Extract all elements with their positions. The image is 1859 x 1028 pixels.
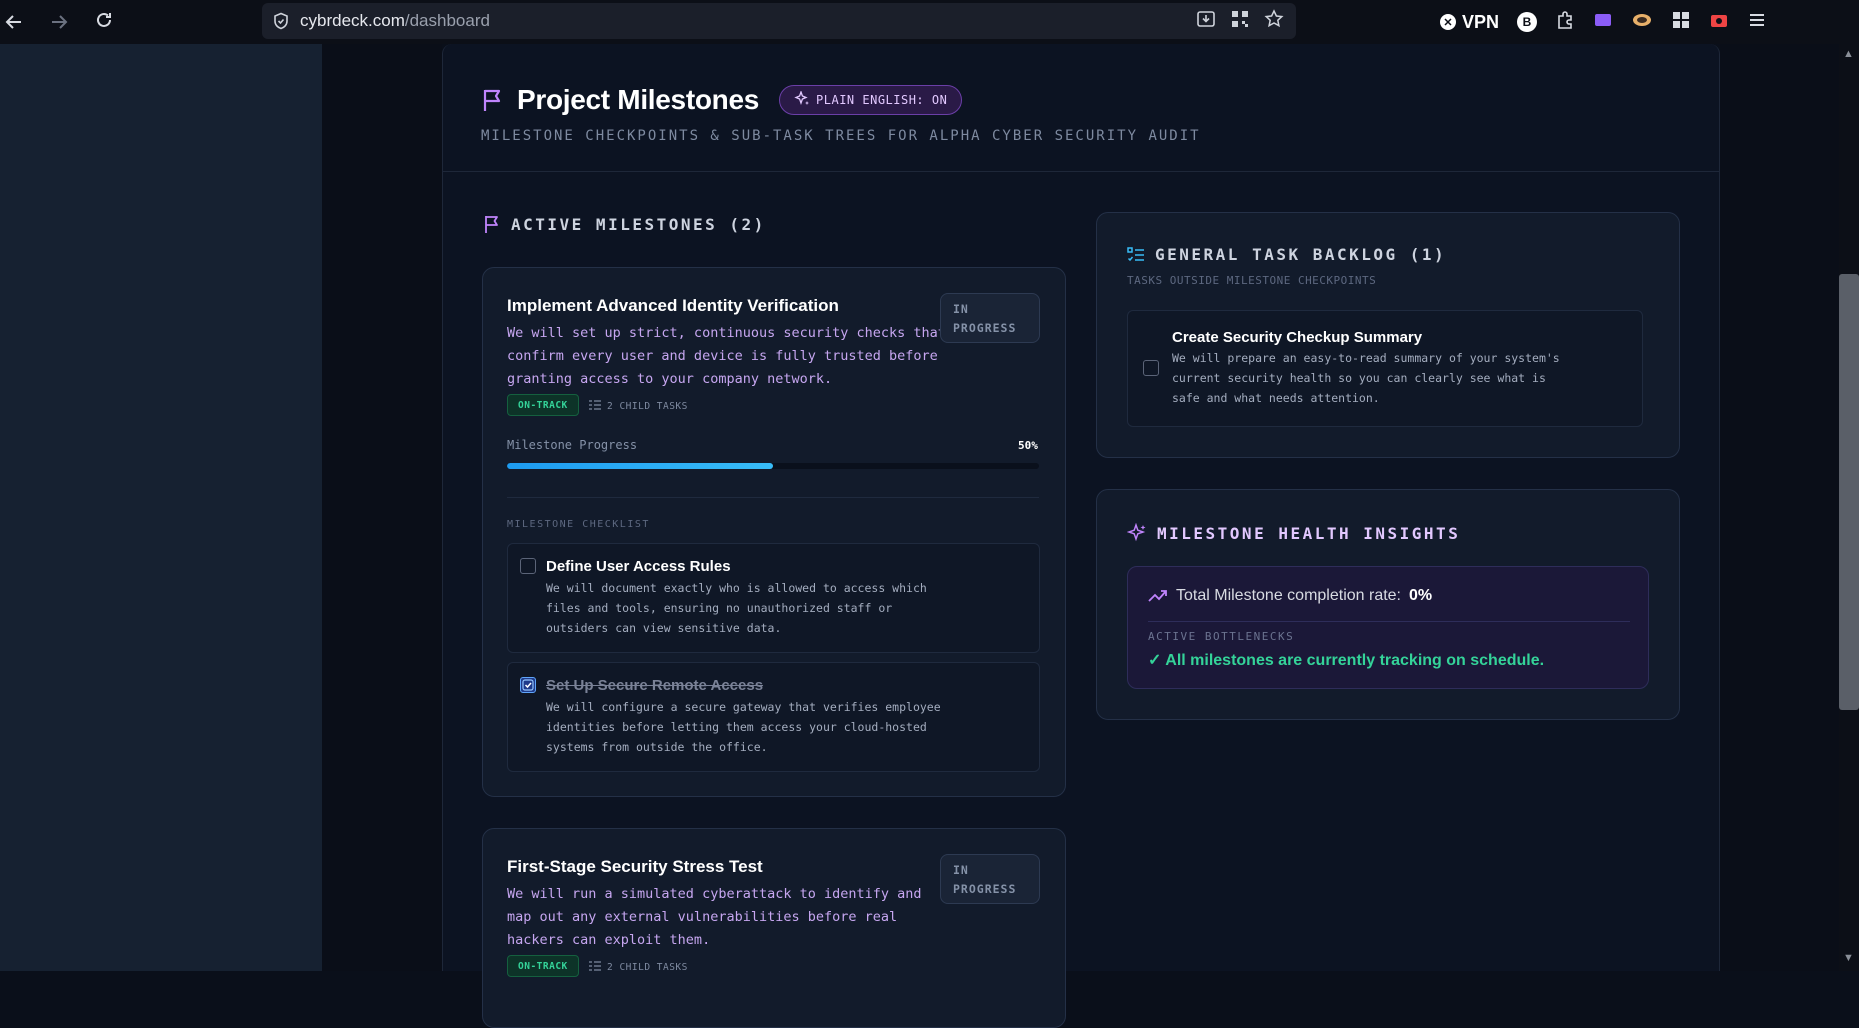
bottlenecks-status: ✓ All milestones are currently tracking … <box>1148 652 1545 669</box>
scroll-up-icon[interactable]: ▲ <box>1843 48 1854 60</box>
checklist-item-description: We will configure a secure gateway that … <box>546 700 941 754</box>
scrollbar-thumb[interactable] <box>1839 274 1859 710</box>
status-badge: IN PROGRESS <box>940 854 1040 904</box>
page-title: Project Milestones <box>517 84 760 115</box>
download-icon[interactable] <box>1196 9 1216 34</box>
backlog-label: GENERAL TASK BACKLOG (1) <box>1155 245 1447 264</box>
backlog-task-title: Create Security Checkup Summary <box>1172 329 1423 346</box>
list-checks-icon <box>588 960 602 975</box>
progress-value: 50% <box>1018 439 1038 452</box>
child-tasks-count: 2 CHILD TASKS <box>588 960 688 975</box>
plain-english-label: PLAIN ENGLISH: ON <box>816 93 948 107</box>
sparkles-icon <box>1127 523 1147 543</box>
list-checks-icon <box>588 399 602 414</box>
backlog-task-description: We will prepare an easy-to-read summary … <box>1172 351 1560 405</box>
progress-label: Milestone Progress <box>507 438 638 452</box>
progress-fill <box>507 463 773 469</box>
reload-icon[interactable] <box>90 6 118 34</box>
right-gutter <box>1720 44 1839 971</box>
shield-icon <box>272 12 290 30</box>
forward-icon[interactable] <box>45 8 73 36</box>
checklist-item-title: Set Up Secure Remote Access <box>546 677 764 694</box>
on-track-badge: ON-TRACK <box>507 394 579 416</box>
backlog-heading: GENERAL TASK BACKLOG (1) <box>1127 245 1446 264</box>
address-bar[interactable]: cybrdeck.com/dashboard <box>262 3 1296 39</box>
insights-heading: MILESTONE HEALTH INSIGHTS <box>1127 523 1460 543</box>
checklist-item-description: We will document exactly who is allowed … <box>546 581 927 635</box>
scroll-down-icon[interactable]: ▼ <box>1843 952 1854 964</box>
back-icon[interactable] <box>0 8 28 36</box>
vpn-button[interactable]: ✕ VPN <box>1440 12 1499 33</box>
extension-b-icon[interactable]: B <box>1517 12 1538 32</box>
insights-panel <box>1127 566 1649 689</box>
milestone-description: We will run a simulated cyberattack to i… <box>507 886 922 948</box>
backlog-subheading: TASKS OUTSIDE MILESTONE CHECKPOINTS <box>1127 274 1377 287</box>
flag-icon <box>481 87 505 113</box>
plain-english-toggle[interactable]: PLAIN ENGLISH: ON <box>779 85 963 115</box>
child-tasks-count: 2 CHILD TASKS <box>588 399 688 414</box>
folder-extension-icon[interactable] <box>1593 10 1613 35</box>
checklist-item-title: Define User Access Rules <box>546 558 731 575</box>
url-path: /dashboard <box>404 11 490 30</box>
checklist-checkbox-checked[interactable] <box>520 677 536 693</box>
completion-rate: Total Milestone completion rate: 0% <box>1148 587 1432 605</box>
divider <box>507 497 1039 498</box>
screenshot-camera-icon[interactable] <box>1709 10 1729 35</box>
bottlenecks-label: ACTIVE BOTTLENECKS <box>1148 630 1295 643</box>
active-milestones-heading: ACTIVE MILESTONES (2) <box>483 214 766 234</box>
close-icon: ✕ <box>1440 14 1456 30</box>
milestone-title: First-Stage Security Stress Test <box>507 857 763 876</box>
backlog-task-checkbox[interactable] <box>1143 360 1159 376</box>
browser-toolbar: cybrdeck.com/dashboard ✕ VPN B <box>0 0 1859 44</box>
flag-icon <box>483 214 501 234</box>
qr-code-icon[interactable] <box>1230 9 1250 34</box>
app-sidebar <box>0 44 322 971</box>
page-subtitle: MILESTONE CHECKPOINTS & SUB-TASK TREES F… <box>481 128 1201 144</box>
extensions-puzzle-icon[interactable] <box>1555 10 1575 35</box>
bookmark-star-icon[interactable] <box>1264 8 1284 34</box>
completion-rate-label: Total Milestone completion rate: <box>1176 587 1401 604</box>
on-track-badge: ON-TRACK <box>507 955 579 977</box>
milestone-title: Implement Advanced Identity Verification <box>507 296 839 315</box>
checklist-checkbox[interactable] <box>520 558 536 574</box>
sparkles-icon <box>794 89 810 110</box>
completion-rate-value: 0% <box>1409 587 1433 604</box>
left-gutter <box>322 44 442 971</box>
vpn-label: VPN <box>1462 11 1500 32</box>
divider <box>1148 621 1630 622</box>
milestone-description: We will set up strict, continuous securi… <box>507 325 946 387</box>
url-host: cybrdeck.com <box>300 11 405 30</box>
insights-label: MILESTONE HEALTH INSIGHTS <box>1157 523 1461 543</box>
apps-grid-icon[interactable] <box>1671 10 1691 35</box>
checklist-heading: MILESTONE CHECKLIST <box>507 519 650 530</box>
check-icon <box>522 679 534 691</box>
status-badge: IN PROGRESS <box>940 293 1040 343</box>
menu-icon[interactable] <box>1747 10 1767 35</box>
list-checks-icon <box>1127 246 1145 263</box>
progress-bar <box>507 463 1039 469</box>
trending-up-icon <box>1148 589 1168 603</box>
active-milestones-label: ACTIVE MILESTONES (2) <box>511 214 766 234</box>
mascot-extension-icon[interactable] <box>1631 10 1653 35</box>
